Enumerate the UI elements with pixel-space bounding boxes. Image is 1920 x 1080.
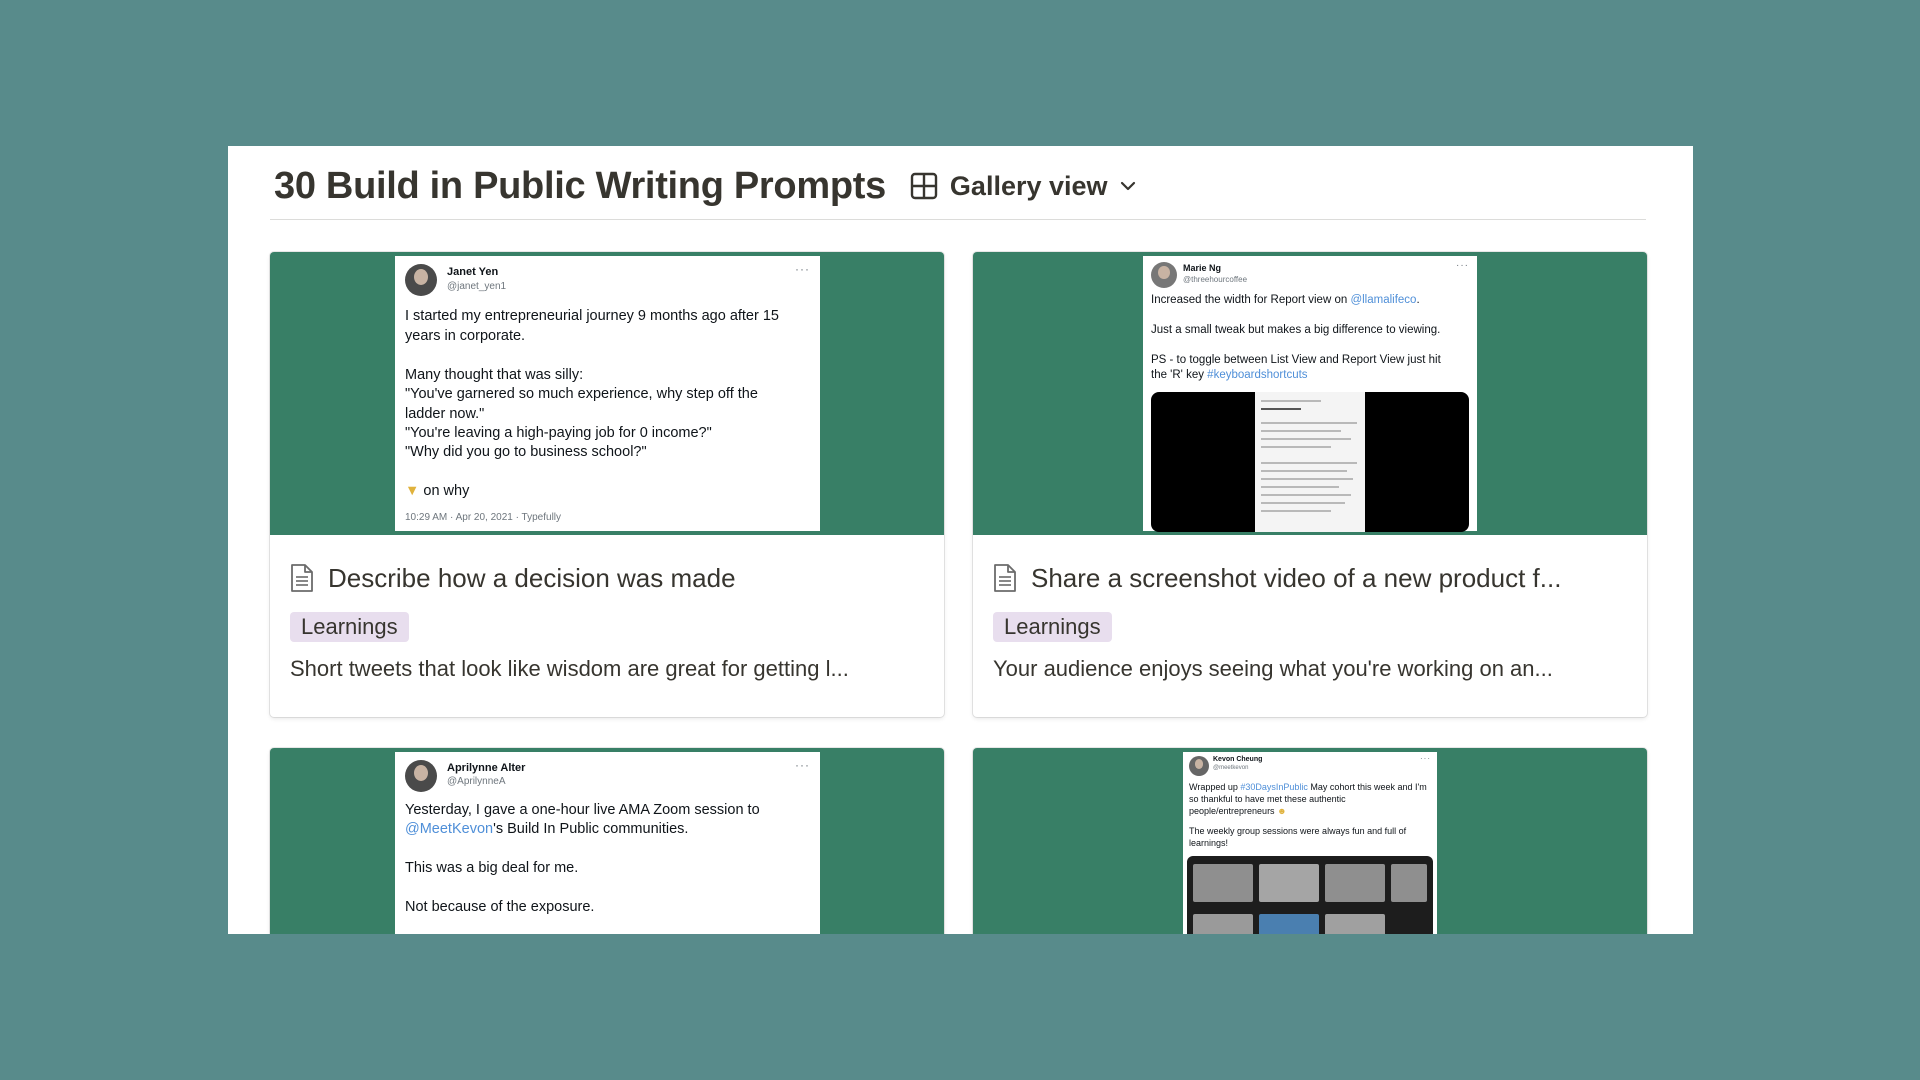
gallery-panel: 30 Build in Public Writing Prompts Galle…	[228, 146, 1693, 934]
tweet-line-text: 's Build In Public communities.	[493, 821, 689, 837]
tweet-line: Not because of the exposure.	[405, 899, 595, 915]
tweet-line: ▼ on why	[405, 483, 469, 499]
tweet-line: "You've garnered so much experience, why…	[405, 386, 758, 402]
card-title[interactable]: Share a screenshot video of a new produc…	[993, 560, 1561, 596]
view-switcher[interactable]: Gallery view	[910, 171, 1138, 202]
tweet-line: @MeetKevon's Build In Public communities…	[405, 821, 688, 837]
page-header: 30 Build in Public Writing Prompts Galle…	[274, 156, 1138, 216]
tweet-line: "You're leaving a high-paying job for 0 …	[405, 425, 712, 441]
tweet-hashtag-link: #30DaysInPublic	[1240, 782, 1308, 792]
card-cover: Kevon Cheung @meetkevon ··· Wrapped up #…	[973, 748, 1647, 934]
tweet-screenshot: Aprilynne Alter @AprilynneA ··· Yesterda…	[395, 752, 820, 934]
tag-badge: Learnings	[290, 612, 409, 642]
card-title[interactable]: Describe how a decision was made	[290, 560, 736, 596]
tweet-line: Increased the width for Report view on @…	[1151, 294, 1420, 306]
tweet-author-name: Marie Ng	[1183, 263, 1222, 273]
tweet-line-text: .	[1416, 294, 1420, 306]
tweet-line: This was a big deal for me.	[405, 860, 579, 876]
tweet-line: Just a small tweak but makes a big diffe…	[1151, 324, 1441, 336]
avatar	[405, 760, 437, 792]
tweet-line: so thankful to have met these authentic	[1189, 794, 1346, 804]
video-thumbnail	[1151, 392, 1469, 532]
tweet-line: people/entrepreneurs ☻	[1189, 806, 1287, 816]
tweet-line-text: the 'R' key	[1151, 369, 1208, 381]
card-title-text: Share a screenshot video of a new produc…	[1031, 562, 1562, 593]
tweet-author-handle: @janet_yen1	[447, 281, 507, 292]
tweet-author-name: Janet Yen	[447, 266, 499, 278]
tweet-author-name: Kevon Cheung	[1213, 756, 1263, 763]
more-icon: ···	[1456, 260, 1469, 271]
avatar	[1189, 756, 1209, 776]
tweet-author-handle: @AprilynneA	[447, 776, 506, 787]
document-icon	[291, 564, 313, 592]
tweet-line: PS - to toggle between List View and Rep…	[1151, 354, 1441, 366]
tweet-line-text: people/entrepreneurs	[1189, 806, 1275, 816]
page-title: 30 Build in Public Writing Prompts	[274, 164, 886, 207]
tag-badge: Learnings	[993, 612, 1112, 642]
gallery-card[interactable]: Kevon Cheung @meetkevon ··· Wrapped up #…	[973, 748, 1647, 934]
card-cover: Janet Yen @janet_yen1 ··· I started my e…	[270, 252, 944, 535]
tweet-line-text: Wrapped up	[1189, 782, 1241, 792]
tweet-screenshot: Janet Yen @janet_yen1 ··· I started my e…	[395, 256, 820, 531]
more-icon: ···	[795, 262, 810, 276]
app-screen-preview	[1255, 392, 1365, 532]
gallery-card[interactable]: Janet Yen @janet_yen1 ··· I started my e…	[270, 252, 944, 717]
tweet-timestamp: 10:29 AM · Apr 20, 2021 · Typefully	[405, 512, 562, 523]
gallery-card[interactable]: Aprilynne Alter @AprilynneA ··· Yesterda…	[270, 748, 944, 934]
tweet-line-text: Increased the width for Report view on	[1151, 294, 1351, 306]
avatar	[405, 264, 437, 296]
group-call-photo	[1187, 856, 1433, 934]
tweet-author-handle: @meetkevon	[1213, 765, 1249, 771]
tweet-line: The weekly group sessions were always fu…	[1189, 826, 1407, 836]
card-cover: Aprilynne Alter @AprilynneA ··· Yesterda…	[270, 748, 944, 934]
card-description: Your audience enjoys seeing what you're …	[993, 656, 1553, 681]
card-description: Short tweets that look like wisdom are g…	[290, 656, 849, 681]
gallery-grid-icon	[910, 172, 938, 200]
tweet-line: learnings!	[1189, 838, 1229, 848]
tweet-screenshot: Kevon Cheung @meetkevon ··· Wrapped up #…	[1183, 752, 1437, 934]
card-title-text: Describe how a decision was made	[328, 562, 736, 593]
tweet-line: Many thought that was silly:	[405, 367, 584, 383]
tweet-author-name: Aprilynne Alter	[447, 762, 526, 774]
tweet-line: years in corporate.	[405, 328, 526, 344]
card-cover: Marie Ng @threehourcoffee ··· Increased …	[973, 252, 1647, 535]
tweet-mention-link: @llamalifeco	[1350, 294, 1417, 306]
tweet-line: the 'R' key #keyboardshortcuts	[1151, 369, 1308, 381]
tweet-hashtag-link: #keyboardshortcuts	[1207, 369, 1308, 381]
more-icon: ···	[795, 758, 810, 772]
tweet-line: Yesterday, I gave a one-hour live AMA Zo…	[405, 802, 760, 818]
tweet-line: "Why did you go to business school?"	[405, 444, 647, 460]
view-label: Gallery view	[949, 170, 1108, 201]
tweet-line-text: on why	[423, 483, 470, 499]
tweet-line: ladder now."	[405, 406, 485, 422]
header-divider	[270, 219, 1646, 220]
tweet-author-handle: @threehourcoffee	[1183, 275, 1248, 284]
more-icon: ···	[1420, 754, 1431, 763]
smiley-emoji-icon: ☻	[1277, 806, 1287, 816]
document-icon	[994, 564, 1016, 592]
tweet-line-text: May cohort this week and I'm	[1307, 782, 1427, 792]
point-down-emoji-icon: ▼	[405, 483, 420, 499]
chevron-down-icon	[1120, 181, 1135, 191]
tweet-screenshot: Marie Ng @threehourcoffee ··· Increased …	[1143, 256, 1477, 532]
tweet-line: Wrapped up #30DaysInPublic May cohort th…	[1189, 782, 1427, 792]
tweet-mention-link: @MeetKevon	[405, 821, 494, 837]
gallery-card[interactable]: Marie Ng @threehourcoffee ··· Increased …	[973, 252, 1647, 717]
avatar	[1151, 262, 1177, 288]
tweet-line: I started my entrepreneurial journey 9 m…	[405, 308, 779, 324]
